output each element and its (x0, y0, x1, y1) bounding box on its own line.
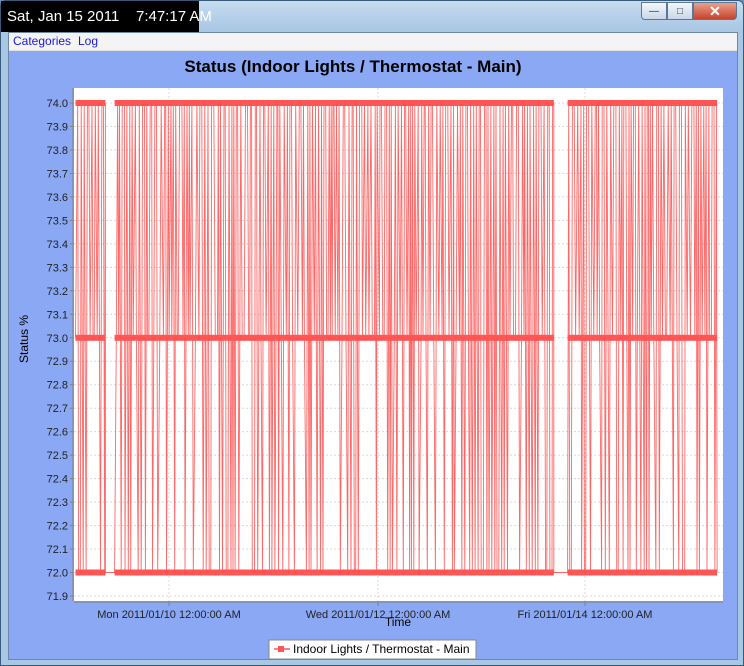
x-tick-label: Fri 2011/01/14 12:00:00 AM (518, 609, 653, 621)
level-markers (75, 569, 106, 576)
y-tick-label: 73.7 (47, 168, 68, 180)
y-tick-label: 72.9 (47, 356, 68, 368)
y-tick-label: 73.4 (47, 239, 68, 251)
menu-bar: Categories Log (9, 33, 737, 51)
y-tick-label: 71.9 (47, 591, 68, 603)
chart-panel: Status (Indoor Lights / Thermostat - Mai… (9, 51, 737, 660)
legend-marker (278, 646, 284, 652)
y-tick-label: 72.8 (47, 380, 68, 392)
x-axis-label: Time (385, 615, 412, 629)
y-tick-label: 72.7 (47, 403, 68, 415)
y-tick-label: 73.9 (47, 121, 68, 133)
y-tick-label: 72.5 (47, 450, 68, 462)
y-axis-label: Status % (17, 315, 31, 363)
window-controls: — □ ✕ (641, 2, 737, 20)
y-tick-label: 72.1 (47, 544, 68, 556)
y-tick-label: 72.4 (47, 474, 68, 486)
y-axis: 71.9 72.0 72.1 72.2 72.3 72.4 72.5 72.6 72.7 72.8… (47, 88, 74, 603)
client-area: Categories Log Status (Indoor Lights / T… (8, 32, 738, 660)
y-tick-label: 73.2 (47, 286, 68, 298)
y-tick-label: 73.5 (47, 215, 68, 227)
clock-date: Sat, Jan 15 2011 (7, 8, 120, 25)
x-tick-label: Mon 2011/01/10 12:00:00 AM (97, 609, 241, 621)
maximize-button[interactable]: □ (667, 2, 693, 20)
level-markers (567, 100, 718, 106)
level-markers (114, 334, 554, 341)
y-tick-label: 73.0 (47, 333, 68, 345)
legend-label: Indoor Lights / Thermostat - Main (293, 642, 470, 656)
y-tick-label: 72.6 (47, 427, 68, 439)
status-chart: Status (Indoor Lights / Thermostat - Mai… (17, 57, 723, 660)
y-tick-label: 72.0 (47, 568, 68, 580)
maximize-icon: □ (676, 5, 684, 17)
minimize-button[interactable]: — (641, 2, 667, 20)
level-markers (567, 334, 718, 341)
clock-overlay: Sat, Jan 15 2011 7:47:17 AM (1, 1, 212, 32)
x-tick-label: Wed 2011/01/12 12:00:00 AM (306, 609, 451, 621)
y-tick-label: 73.6 (47, 192, 68, 204)
y-tick-label: 73.3 (47, 262, 68, 274)
level-markers (114, 569, 554, 576)
chart-title: Status (Indoor Lights / Thermostat - Mai… (184, 57, 521, 76)
y-tick-label: 73.8 (47, 145, 68, 157)
close-button[interactable]: ✕ (693, 2, 737, 20)
y-tick-label: 72.2 (47, 521, 68, 533)
level-markers (567, 569, 718, 576)
level-markers (75, 334, 106, 341)
clock-time: 7:47:17 AM (135, 8, 212, 25)
app-window: Sat, Jan 15 2011 7:47:17 AM — □ ✕ Catego… (0, 0, 744, 666)
y-tick-label: 73.1 (47, 309, 68, 321)
minimize-icon: — (649, 5, 659, 17)
y-tick-label: 72.3 (47, 497, 68, 509)
menu-categories[interactable]: Categories (13, 34, 71, 48)
legend: Indoor Lights / Thermostat - Main (268, 639, 477, 660)
menu-log[interactable]: Log (78, 34, 98, 48)
level-markers (75, 100, 106, 106)
close-icon: ✕ (709, 2, 721, 19)
y-tick-label: 74.0 (47, 98, 68, 110)
level-markers (114, 100, 554, 106)
